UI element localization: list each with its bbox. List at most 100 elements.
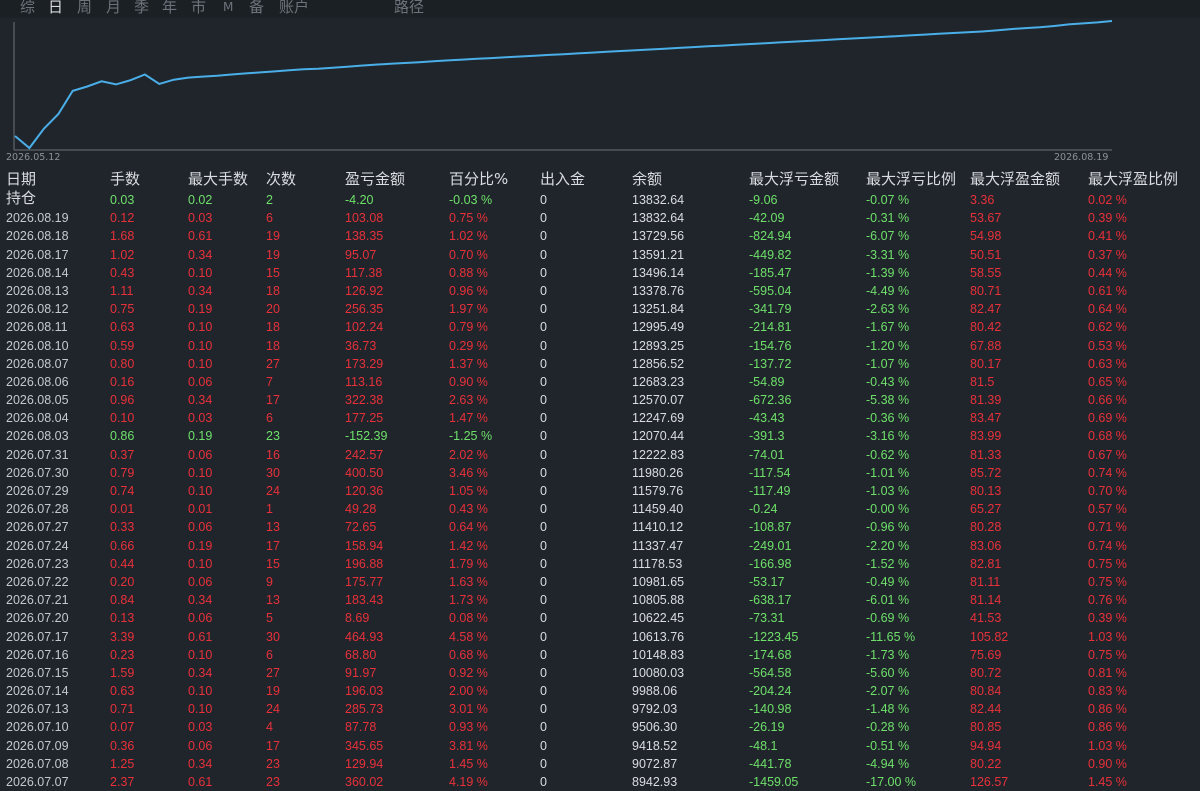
row-cell-5: 2.02 %: [449, 447, 488, 462]
tab-10[interactable]: 路径: [394, 0, 424, 17]
table-row[interactable]: 2026.07.27 0.33 0.06 13 72.65 0.64 % 0 11410.12…: [0, 518, 1200, 536]
row-cell-5: 1.63 %: [449, 574, 488, 589]
row-cell-2: 0.10: [188, 465, 213, 480]
table-row[interactable]: 2026.08.03 0.86 0.19 23 -152.39 -1.25 % 0 12070…: [0, 427, 1200, 445]
row-date: 2026.08.11: [6, 320, 68, 335]
row-date: 2026.07.13: [6, 702, 69, 717]
tab-0[interactable]: 综: [20, 0, 35, 17]
row-cell-5: 1.97 %: [449, 302, 488, 317]
table-row[interactable]: 2026.07.31 0.37 0.06 16 242.57 2.02 % 0 12222.8…: [0, 446, 1200, 464]
table-row[interactable]: 2026.07.08 1.25 0.34 23 129.94 1.45 % 0 9072.87…: [0, 755, 1200, 773]
row-cell-1: 0.71: [110, 702, 135, 717]
tab-5[interactable]: 年: [162, 0, 177, 17]
table-row[interactable]: 2026.07.13 0.71 0.10 24 285.73 3.01 % 0 9792.03…: [0, 700, 1200, 718]
tab-9[interactable]: 账户: [279, 0, 309, 17]
table-row[interactable]: 2026.07.17 3.39 0.61 30 464.93 4.58 % 0 10613.7…: [0, 628, 1200, 646]
row-cell-5: 1.05 %: [449, 484, 488, 498]
row-cell-7: 11337.47: [632, 538, 684, 553]
table-row[interactable]: 2026.07.14 0.63 0.10 19 196.03 2.00 % 0 9988.06…: [0, 682, 1200, 700]
table-row[interactable]: 2026.07.07 2.37 0.61 23 360.02 4.19 % 0 8942.93…: [0, 773, 1200, 791]
header-5: 百分比%: [449, 170, 509, 188]
row-cell-4: 36.73: [345, 338, 377, 353]
row-cell-7: 9792.03: [632, 702, 678, 717]
position-label: 持仓: [6, 190, 37, 207]
table-row[interactable]: 2026.08.11 0.63 0.10 18 102.24 0.79 % 0 12995.4…: [0, 318, 1200, 336]
row-cell-1: 0.44: [110, 556, 135, 571]
table-row[interactable]: 2026.07.15 1.59 0.34 27 91.97 0.92 % 0 10080.03…: [0, 664, 1200, 682]
row-cell-10: 81.33: [970, 447, 1002, 462]
row-cell-5: 0.68 %: [449, 647, 488, 662]
row-cell-3: 15: [266, 556, 280, 571]
table-row[interactable]: 2026.07.10 0.07 0.03 4 87.78 0.93 % 0 9506.30 -2…: [0, 718, 1200, 736]
row-cell-11: 0.53 %: [1088, 338, 1127, 353]
table-row[interactable]: 2026.08.19 0.12 0.03 6 103.08 0.75 % 0 13832.64…: [0, 209, 1200, 227]
table-row[interactable]: 2026.08.05 0.96 0.34 17 322.38 2.63 % 0 12570.0…: [0, 391, 1200, 409]
tab-1[interactable]: 日: [48, 0, 63, 17]
table-row[interactable]: 2026.07.30 0.79 0.10 30 400.50 3.46 % 0 11980.2…: [0, 464, 1200, 482]
row-cell-5: 2.00 %: [449, 684, 488, 699]
row-cell-9: -1.39 %: [866, 265, 910, 280]
row-cell-4: 49.28: [345, 502, 377, 517]
table-row[interactable]: 2026.08.06 0.16 0.06 7 113.16 0.90 % 0 12683.23…: [0, 373, 1200, 391]
row-cell-8: -74.01: [749, 447, 785, 462]
row-cell-11: 0.74 %: [1088, 465, 1127, 480]
row-cell-9: -1.52 %: [866, 556, 910, 571]
row-cell-6: 0: [540, 302, 547, 317]
row-cell-10: 85.72: [970, 465, 1002, 480]
row-cell-10: 80.22: [970, 756, 1002, 771]
table-row[interactable]: 2026.08.13 1.11 0.34 18 126.92 0.96 % 0 13378.7…: [0, 282, 1200, 300]
row-cell-3: 24: [266, 702, 280, 717]
tab-4[interactable]: 季: [134, 0, 149, 17]
row-cell-7: 11980.26: [632, 465, 684, 480]
table-row[interactable]: 2026.08.18 1.68 0.61 19 138.35 1.02 % 0 13729.5…: [0, 227, 1200, 245]
table-row[interactable]: 2026.07.24 0.66 0.19 17 158.94 1.42 % 0 11337.4…: [0, 537, 1200, 555]
row-cell-5: 0.88 %: [449, 265, 488, 280]
row-cell-6: 0: [540, 393, 547, 408]
row-cell-1: 0.63: [110, 684, 135, 699]
row-cell-10: 67.88: [970, 338, 1002, 353]
tab-3[interactable]: 月: [106, 0, 121, 17]
tab-7[interactable]: M: [223, 0, 233, 17]
row-date: 2026.08.12: [6, 302, 69, 317]
row-cell-2: 0.01: [188, 502, 213, 517]
row-cell-3: 13: [266, 520, 280, 535]
table-row[interactable]: 2026.07.21 0.84 0.34 13 183.43 1.73 % 0 10805.8…: [0, 591, 1200, 609]
table-row[interactable]: 2026.08.14 0.43 0.10 15 117.38 0.88 % 0 13496.1…: [0, 264, 1200, 282]
table-row[interactable]: 2026.07.16 0.23 0.10 6 68.80 0.68 % 0 10148.83 -…: [0, 646, 1200, 664]
row-cell-7: 11579.76: [632, 484, 684, 498]
row-cell-3: 23: [266, 775, 280, 789]
tab-8[interactable]: 备: [249, 0, 264, 17]
row-cell-1: 1.59: [110, 665, 135, 680]
row-cell-7: 11178.53: [632, 556, 683, 571]
table-row[interactable]: 2026.08.12 0.75 0.19 20 256.35 1.97 % 0 13251.8…: [0, 300, 1200, 318]
row-date: 2026.07.08: [6, 756, 69, 771]
row-cell-4: 242.57: [345, 447, 384, 462]
row-cell-4: 196.88: [345, 556, 384, 571]
row-cell-2: 0.06: [188, 374, 213, 389]
tab-2[interactable]: 周: [77, 0, 92, 17]
table-row[interactable]: 2026.07.29 0.74 0.10 24 120.36 1.05 % 0 11579.7…: [0, 482, 1200, 500]
table-row[interactable]: 2026.08.17 1.02 0.34 19 95.07 0.70 % 0 13591.21…: [0, 246, 1200, 264]
row-cell-9: -6.07 %: [866, 229, 910, 244]
row-date: 2026.07.20: [6, 611, 69, 626]
row-cell-9: -3.16 %: [866, 429, 910, 444]
row-cell-5: 0.08 %: [449, 611, 488, 626]
table-row[interactable]: 2026.08.04 0.10 0.03 6 177.25 1.47 % 0 12247.69…: [0, 409, 1200, 427]
row-date: 2026.07.09: [6, 738, 69, 753]
table-row[interactable]: 2026.07.23 0.44 0.10 15 196.88 1.79 % 0 11178.5…: [0, 555, 1200, 573]
table-row[interactable]: 2026.07.20 0.13 0.06 5 8.69 0.08 % 0 10622.45 -7…: [0, 609, 1200, 627]
row-cell-7: 11459.40: [632, 502, 684, 517]
tab-6[interactable]: 市: [191, 0, 206, 17]
row-cell-6: 0: [540, 684, 547, 699]
table-row[interactable]: 2026.08.07 0.80 0.10 27 173.29 1.37 % 0 12856.5…: [0, 355, 1200, 373]
row-cell-5: 0.90 %: [449, 374, 488, 389]
row-cell-5: 3.01 %: [449, 702, 488, 717]
table-row[interactable]: 2026.07.09 0.36 0.06 17 345.65 3.81 % 0 9418.52…: [0, 737, 1200, 755]
row-cell-1: 3.39: [110, 629, 135, 644]
row-cell-4: 126.92: [345, 283, 384, 298]
row-cell-11: 0.37 %: [1088, 247, 1127, 262]
table-row[interactable]: 2026.07.28 0.01 0.01 1 49.28 0.43 % 0 11459.40 -…: [0, 500, 1200, 518]
table-row[interactable]: 2026.07.22 0.20 0.06 9 175.77 1.63 % 0 10981.65…: [0, 573, 1200, 591]
position-row[interactable]: 持仓 0.03 0.02 2 -4.20 -0.03 % 0 13832.64 -9.06 -0.…: [0, 190, 1200, 209]
table-row[interactable]: 2026.08.10 0.59 0.10 18 36.73 0.29 % 0 12893.25…: [0, 337, 1200, 355]
